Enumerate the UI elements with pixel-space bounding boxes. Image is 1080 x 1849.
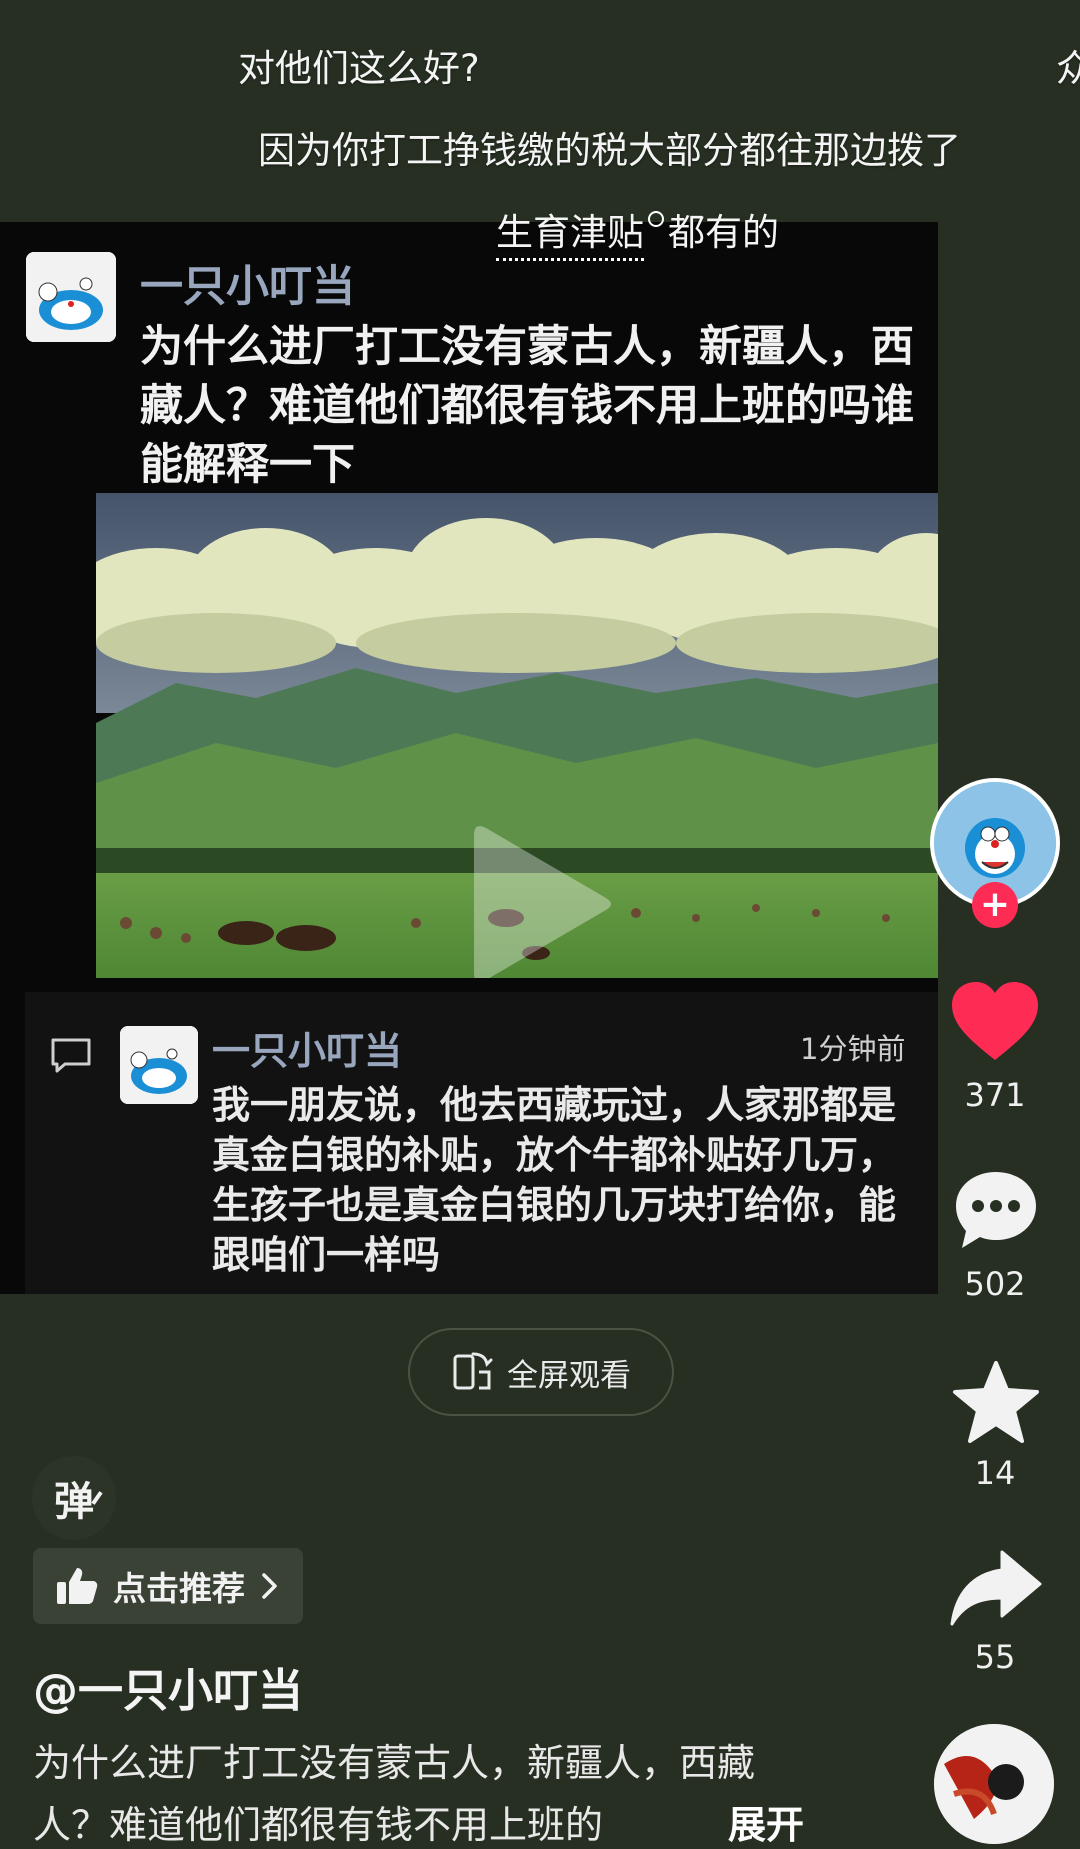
danmaku-line-2: 因为你打工挣钱缴的税大部分都往那边拨了 bbox=[258, 129, 961, 172]
danmaku-line-1-cut: 众 bbox=[1056, 47, 1080, 90]
fullscreen-rotate-icon bbox=[453, 1352, 493, 1390]
post-avatar[interactable] bbox=[26, 252, 116, 342]
play-icon[interactable] bbox=[466, 818, 616, 978]
search-link-text[interactable]: 生育津贴 bbox=[496, 211, 644, 261]
recommend-button[interactable]: 点击推荐 bbox=[33, 1548, 303, 1624]
comment-time: 1分钟前 bbox=[800, 1032, 906, 1066]
music-disc-icon bbox=[934, 1724, 1054, 1844]
recommend-label: 点击推荐 bbox=[113, 1569, 245, 1608]
danmaku-toggle[interactable]: 弹 bbox=[32, 1456, 116, 1540]
comment-avatar[interactable] bbox=[120, 1026, 198, 1104]
fullscreen-label: 全屏观看 bbox=[507, 1357, 631, 1394]
share-count: 55 bbox=[974, 1638, 1016, 1676]
danmaku-line-3-rest: 都有的 bbox=[668, 211, 779, 254]
comment-text: 我一朋友说，他去西藏玩过，人家那都是真金白银的补贴，放个牛都补贴好几万，生孩子也… bbox=[212, 1083, 897, 1277]
chevron-right-icon bbox=[262, 1573, 277, 1599]
danmaku-line-3: 生育津贴 都有的 bbox=[496, 202, 779, 261]
comment-icon bbox=[51, 1038, 91, 1073]
expand-link[interactable]: 展开 bbox=[728, 1794, 804, 1849]
video-description-line-2: 人？难道他们都很有钱不用上班的 bbox=[33, 1803, 604, 1847]
post-author-name[interactable]: 一只小叮当 bbox=[140, 252, 355, 314]
doraemon-avatar-icon bbox=[26, 252, 116, 342]
search-icon bbox=[648, 211, 664, 227]
author-handle[interactable]: @一只小叮当 bbox=[33, 1654, 303, 1719]
favorite-count: 14 bbox=[974, 1454, 1016, 1492]
star-icon[interactable] bbox=[952, 1360, 1040, 1446]
heart-icon[interactable] bbox=[950, 980, 1040, 1062]
comment-author-name[interactable]: 一只小叮当 bbox=[212, 1020, 402, 1075]
like-count: 371 bbox=[964, 1076, 1026, 1114]
post-text: 为什么进厂打工没有蒙古人，新疆人，西藏人？难道他们都很有钱不用上班的吗谁能解释一… bbox=[140, 322, 914, 490]
danmaku-line-1: 对他们这么好? bbox=[238, 47, 480, 90]
doraemon-avatar-icon bbox=[120, 1026, 198, 1104]
share-arrow-icon[interactable] bbox=[950, 1548, 1042, 1628]
comment-bubble-icon[interactable] bbox=[952, 1168, 1040, 1252]
thumbs-up-icon bbox=[57, 1568, 98, 1604]
follow-button[interactable]: + bbox=[972, 882, 1018, 928]
danmaku-toggle-label: 弹 bbox=[54, 1479, 94, 1525]
music-disc[interactable] bbox=[934, 1724, 1054, 1844]
video-description-line-1: 为什么进厂打工没有蒙古人，新疆人，西藏 bbox=[33, 1741, 756, 1785]
landscape-image bbox=[96, 493, 938, 978]
comment-count: 502 bbox=[964, 1265, 1026, 1303]
fullscreen-button[interactable]: 全屏观看 bbox=[408, 1328, 674, 1416]
